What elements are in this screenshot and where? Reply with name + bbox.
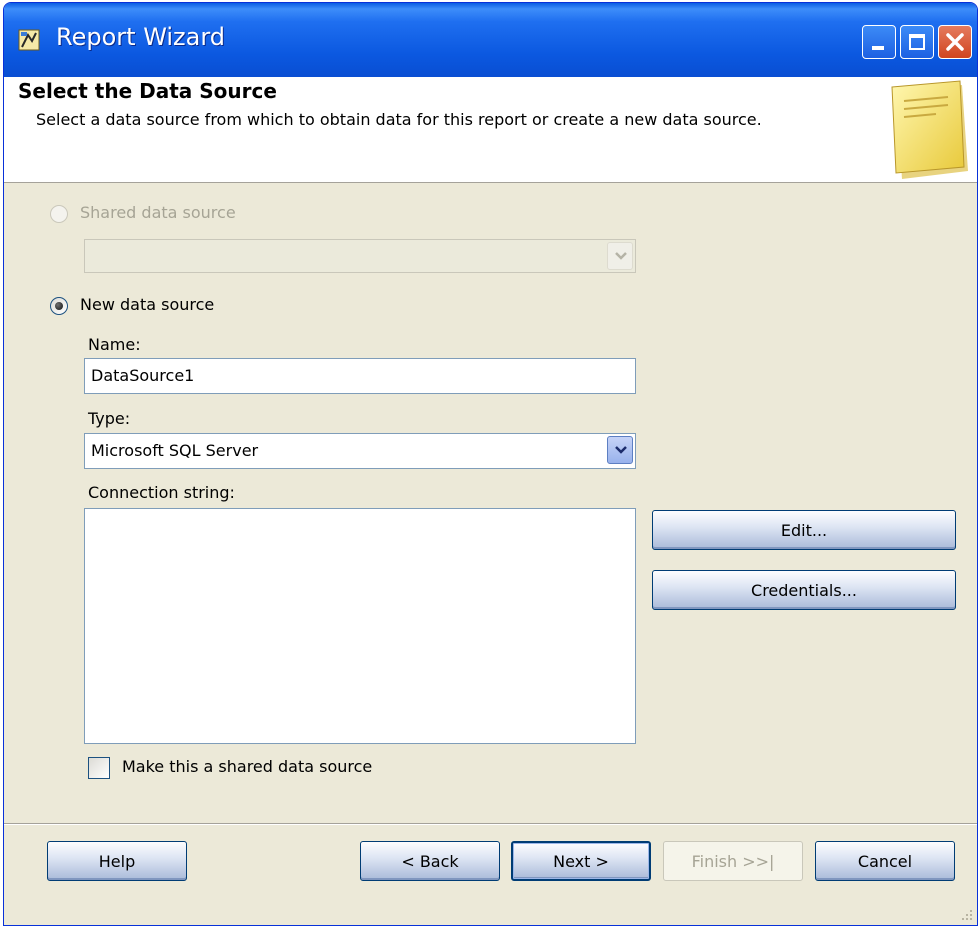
chevron-down-icon <box>615 252 627 260</box>
shared-data-source-radio[interactable] <box>50 205 68 223</box>
cancel-button[interactable]: Cancel <box>815 841 955 881</box>
dropdown-button[interactable] <box>607 242 633 270</box>
connection-string-input[interactable] <box>84 508 636 744</box>
page-title: Select the Data Source <box>18 79 277 103</box>
make-shared-checkbox[interactable] <box>88 757 110 779</box>
report-wizard-window: Report Wizard Select the Data Source Sel… <box>3 2 978 926</box>
shared-data-source-select[interactable] <box>84 239 636 273</box>
wizard-content: Shared data source New data source Name:… <box>4 183 977 823</box>
connection-string-label: Connection string: <box>88 483 235 502</box>
maximize-icon <box>909 34 925 50</box>
type-select-value: Microsoft SQL Server <box>91 441 259 460</box>
new-data-source-radio[interactable] <box>50 297 68 315</box>
next-button[interactable]: Next > <box>511 841 651 881</box>
name-label: Name: <box>88 335 141 354</box>
chevron-down-icon <box>615 446 627 454</box>
name-input-value: DataSource1 <box>91 366 195 385</box>
report-wizard-icon <box>18 29 40 51</box>
new-data-source-label: New data source <box>80 295 215 314</box>
type-dropdown-button[interactable] <box>607 436 633 464</box>
back-button[interactable]: < Back <box>360 841 500 881</box>
minimize-icon <box>872 46 884 50</box>
radio-selected-dot <box>55 302 63 310</box>
finish-button[interactable]: Finish >>| <box>663 841 803 881</box>
close-icon <box>946 33 964 51</box>
report-document-icon <box>891 80 968 179</box>
credentials-button[interactable]: Credentials... <box>652 570 956 610</box>
edit-button[interactable]: Edit... <box>652 510 956 550</box>
type-label: Type: <box>88 409 131 428</box>
close-button[interactable] <box>938 25 972 59</box>
shared-data-source-label: Shared data source <box>80 203 236 222</box>
wizard-header: Select the Data Source Select a data sou… <box>4 77 977 183</box>
title-bar[interactable]: Report Wizard <box>4 3 977 77</box>
help-button[interactable]: Help <box>47 841 187 881</box>
wizard-footer: Help < Back Next > Finish >>| Cancel <box>4 825 977 925</box>
type-select[interactable]: Microsoft SQL Server <box>84 433 636 469</box>
make-shared-label: Make this a shared data source <box>122 757 373 776</box>
resize-grip-icon[interactable] <box>961 909 973 921</box>
name-input[interactable]: DataSource1 <box>84 358 636 394</box>
maximize-button[interactable] <box>900 25 934 59</box>
window-title: Report Wizard <box>56 23 226 51</box>
page-description: Select a data source from which to obtai… <box>36 110 762 129</box>
minimize-button[interactable] <box>862 25 896 59</box>
